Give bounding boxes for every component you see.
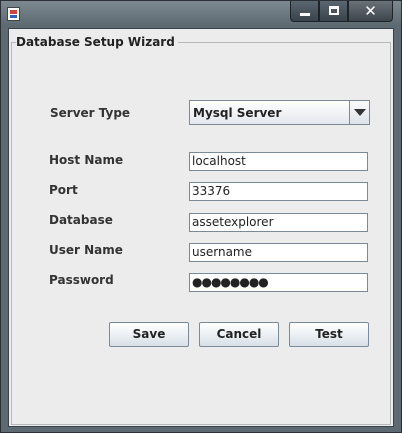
host-name-label: Host Name [49,153,124,167]
minimize-button[interactable] [290,1,319,22]
database-input[interactable]: assetexplorer [189,213,368,232]
host-name-input[interactable]: localhost [189,152,368,171]
port-input[interactable]: 33376 [189,182,368,201]
title-bar[interactable]: ✕ [1,1,401,27]
chevron-down-icon[interactable] [349,101,369,124]
server-type-select[interactable]: Mysql Server [189,100,370,125]
close-button[interactable]: ✕ [348,1,393,22]
test-button[interactable]: Test [289,322,369,347]
minimize-icon [300,13,310,16]
database-label: Database [49,213,113,227]
user-name-input[interactable]: username [189,243,368,262]
close-icon: ✕ [364,2,377,20]
port-label: Port [49,183,78,197]
java-app-icon [7,7,20,21]
dialog-panel: Database Setup Wizard Server Type Mysql … [8,28,394,427]
dialog-title: Database Setup Wizard [16,35,178,49]
app-window: ✕ Database Setup Wizard Server Type Mysq… [0,0,402,433]
maximize-icon [329,6,339,15]
cancel-button[interactable]: Cancel [199,322,279,347]
save-button[interactable]: Save [109,322,189,347]
maximize-button[interactable] [319,1,348,22]
server-type-label: Server Type [50,106,131,120]
password-label: Password [49,273,114,287]
user-name-label: User Name [49,243,123,257]
password-input[interactable]: ●●●●●●●● [189,273,368,292]
server-type-value: Mysql Server [193,106,282,120]
